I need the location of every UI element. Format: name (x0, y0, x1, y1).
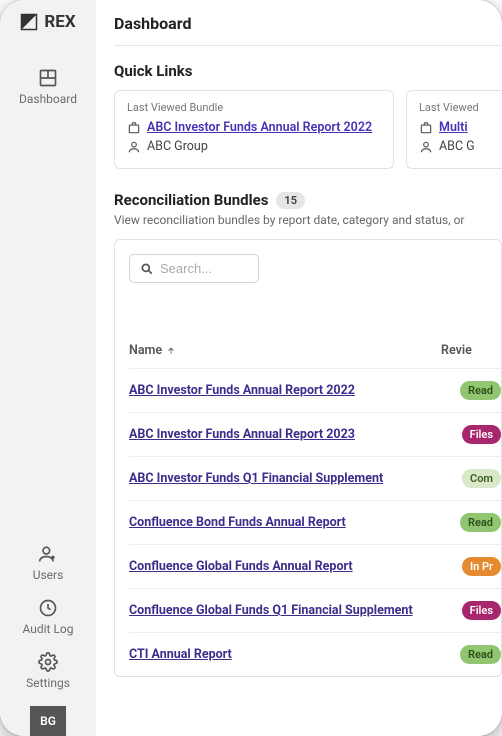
sidebar-item-label: Settings (26, 676, 70, 690)
bundle-link[interactable]: ABC Investor Funds Annual Report 2023 (129, 427, 462, 442)
quick-link-card: Last Viewed Bundle ABC Investor Funds An… (114, 90, 394, 169)
gear-icon (38, 652, 58, 672)
column-header-name[interactable]: Name (129, 343, 441, 358)
status-badge: Com (462, 469, 501, 488)
sidebar-item-label: Dashboard (19, 92, 77, 106)
main-content: Dashboard Quick Links Last Viewed Bundle… (96, 0, 502, 736)
quick-link-link[interactable]: Multi (439, 120, 468, 135)
column-header-review[interactable]: Revie (441, 343, 501, 358)
bundle-link[interactable]: ABC Investor Funds Q1 Financial Suppleme… (129, 471, 462, 486)
brand-icon (20, 13, 38, 31)
brand: REX (20, 12, 75, 32)
table-row: ABC Investor Funds Annual Report 2023Fil… (129, 412, 501, 456)
quick-link-label: Last Viewed Bundle (127, 101, 381, 114)
bundle-link[interactable]: Confluence Global Funds Annual Report (129, 559, 462, 574)
table-row: Confluence Global Funds Annual ReportIn … (129, 544, 501, 588)
recon-count-badge: 15 (276, 192, 305, 209)
recon-header: Reconciliation Bundles 15 (114, 191, 502, 209)
nav-bottom: Users Audit Log Settings BG (0, 536, 96, 736)
status-badge: Read (460, 381, 501, 400)
sidebar-item-audit-log[interactable]: Audit Log (0, 590, 96, 644)
quick-link-org: ABC Group (147, 139, 208, 154)
quick-link-link[interactable]: ABC Investor Funds Annual Report 2022 (147, 120, 372, 135)
bundle-link[interactable]: ABC Investor Funds Annual Report 2022 (129, 383, 460, 398)
quick-link-label: Last Viewed (419, 101, 502, 114)
app-window: REX Dashboard Users Audit Log Settings B… (0, 0, 502, 736)
recon-subtitle: View reconciliation bundles by report da… (114, 213, 502, 227)
grid-icon (38, 68, 58, 88)
avatar-initials: BG (40, 714, 56, 728)
person-icon (127, 140, 141, 154)
sidebar-item-label: Audit Log (22, 622, 73, 636)
search-box[interactable] (129, 254, 259, 283)
person-icon (419, 140, 433, 154)
status-badge: Read (460, 645, 501, 664)
sidebar: REX Dashboard Users Audit Log Settings B… (0, 0, 96, 736)
sidebar-item-label: Users (33, 568, 64, 582)
brand-name: REX (44, 12, 75, 32)
nav-top: Dashboard (0, 60, 96, 114)
search-icon (140, 262, 154, 276)
search-input[interactable] (160, 261, 240, 276)
table-body: ABC Investor Funds Annual Report 2022Rea… (129, 368, 501, 676)
recon-table: Name Revie ABC Investor Funds Annual Rep… (114, 239, 502, 677)
sidebar-item-users[interactable]: Users (0, 536, 96, 590)
users-icon (38, 544, 58, 564)
status-badge: In Pr (462, 557, 501, 576)
page-title: Dashboard (114, 14, 502, 46)
quick-link-org: ABC G (439, 139, 475, 154)
status-badge: Files (462, 601, 501, 620)
quick-links-title: Quick Links (114, 62, 502, 80)
table-row: Confluence Global Funds Q1 Financial Sup… (129, 588, 501, 632)
table-row: Confluence Bond Funds Annual ReportRead (129, 500, 501, 544)
table-header: Name Revie (129, 343, 501, 368)
bundle-link[interactable]: CTI Annual Report (129, 647, 460, 662)
bundle-icon (127, 121, 141, 135)
status-badge: Files (462, 425, 501, 444)
status-badge: Read (460, 513, 501, 532)
bundle-link[interactable]: Confluence Bond Funds Annual Report (129, 515, 460, 530)
quick-link-card: Last Viewed Multi ABC G (406, 90, 502, 169)
table-row: ABC Investor Funds Annual Report 2022Rea… (129, 368, 501, 412)
sort-asc-icon (166, 346, 176, 356)
avatar[interactable]: BG (30, 706, 66, 736)
bundle-link[interactable]: Confluence Global Funds Q1 Financial Sup… (129, 603, 462, 618)
clock-history-icon (38, 598, 58, 618)
sidebar-item-settings[interactable]: Settings (0, 644, 96, 698)
recon-title: Reconciliation Bundles (114, 191, 268, 209)
table-row: ABC Investor Funds Q1 Financial Suppleme… (129, 456, 501, 500)
table-row: CTI Annual ReportRead (129, 632, 501, 676)
bundle-icon (419, 121, 433, 135)
quick-links-row: Last Viewed Bundle ABC Investor Funds An… (114, 90, 502, 169)
sidebar-item-dashboard[interactable]: Dashboard (0, 60, 96, 114)
